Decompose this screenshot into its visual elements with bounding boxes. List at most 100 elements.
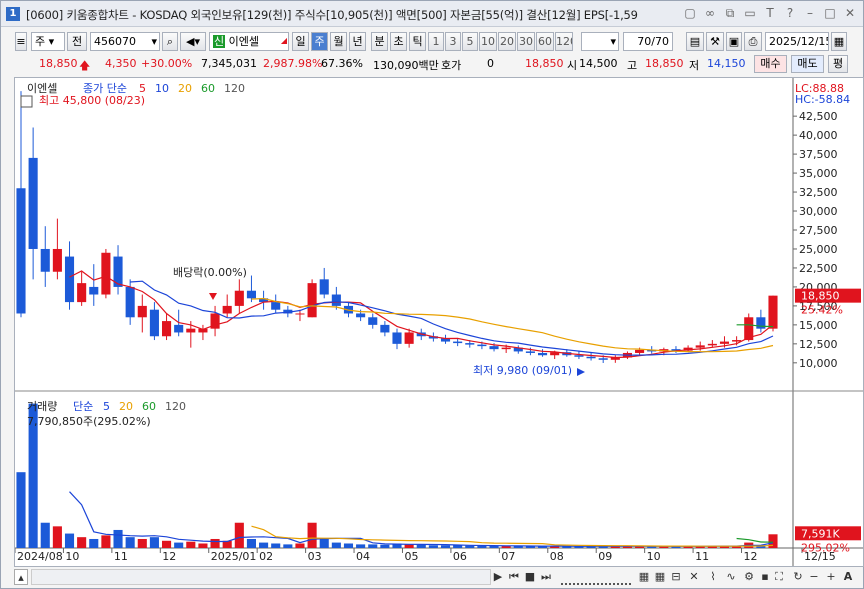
cross-icon[interactable]: ✕ (687, 569, 701, 585)
draw-icon[interactable]: ⌇ (705, 569, 721, 585)
tile-icon[interactable]: ▦ (637, 569, 651, 585)
interval-button-20[interactable]: 20 (498, 32, 516, 51)
price-legend-ma-10: 10 (155, 82, 169, 95)
candle-body (89, 286, 99, 295)
maximize-icon[interactable]: □ (823, 6, 837, 20)
all-button[interactable]: 전 (67, 32, 87, 51)
shortcut-icon[interactable]: ▭ (743, 6, 757, 20)
zoom-slider[interactable] (561, 569, 631, 585)
period-button-3[interactable]: 년 (349, 32, 366, 51)
candle-body (174, 324, 184, 333)
volume-bar (440, 545, 451, 548)
scroll-right-icon[interactable]: ▶ (491, 569, 505, 585)
tool-icon[interactable]: ⛶ (773, 569, 785, 585)
zoom-in-icon[interactable]: + (824, 569, 838, 585)
interval-button-120[interactable]: 120 (555, 32, 573, 51)
volume-bar (428, 545, 438, 548)
calendar-icon[interactable]: ▦ (831, 32, 847, 51)
candle-body (295, 313, 305, 315)
horizontal-scrollbar[interactable] (31, 569, 491, 585)
undo-icon[interactable]: ↻ (791, 569, 805, 585)
interval-button-60[interactable]: 60 (536, 32, 554, 51)
buy-button[interactable]: 매수 (754, 55, 787, 73)
font-icon[interactable]: A (841, 569, 855, 585)
volume-bar (331, 542, 341, 548)
sell-button[interactable]: 매도 (791, 55, 824, 73)
menu-icon[interactable]: ≡ (15, 32, 27, 51)
last-pct-label: 25.42% (801, 304, 843, 317)
low-arrow-icon (577, 368, 585, 376)
zoom-out-icon[interactable]: − (807, 569, 821, 585)
quote-bar: 18,850 🡅 4,350 +30.00% 7,345,031 2,987.9… (1, 54, 863, 74)
period-button-1[interactable]: 주 (311, 32, 328, 51)
period-button-6[interactable]: 틱 (409, 32, 426, 51)
date-input[interactable]: 2025/12/15 (765, 32, 829, 51)
interval-button-30[interactable]: 30 (517, 32, 535, 51)
next-icon[interactable]: ⏭ (539, 569, 553, 585)
y-tick-label: 35,000 (799, 167, 838, 180)
restore-icon[interactable]: ⧉ (723, 6, 737, 20)
stock-name-field[interactable]: 신 이엔셀 ◢ (209, 32, 289, 51)
chart-svg[interactable]: 42,500 40,000 37,500 35,000 32,500 30,000 27,5… (14, 78, 863, 566)
candle-body (525, 351, 535, 353)
candle-body (356, 313, 366, 318)
flat-button[interactable]: 평 (828, 55, 848, 73)
count-input[interactable]: 70/70 (623, 32, 673, 51)
speaker-icon[interactable]: ◀▾ (180, 32, 206, 51)
interval-button-1[interactable]: 1 (428, 32, 444, 51)
period-button-4[interactable]: 분 (371, 32, 388, 51)
wrench-icon[interactable]: ⚒ (706, 32, 724, 51)
volume-ma-line (251, 525, 774, 547)
y-tick-label: 22,500 (799, 262, 838, 275)
text-icon[interactable]: T (763, 6, 777, 20)
window-icon[interactable]: ▢ (683, 6, 697, 20)
chart-area[interactable]: 42,500 40,000 37,500 35,000 32,500 30,000 27,5… (14, 77, 864, 567)
period-button-2[interactable]: 월 (330, 32, 347, 51)
volume-bar (40, 522, 50, 548)
low-label: 저 (689, 59, 700, 72)
settings-icon[interactable]: ⚙ (741, 569, 757, 585)
up-arrow-icon: 🡅 (79, 59, 91, 72)
search-icon[interactable]: ⌕ (162, 32, 178, 51)
candle-body (719, 341, 730, 344)
volume-bar (356, 544, 366, 548)
volume-ma-line (69, 491, 774, 547)
candle-body (501, 347, 511, 350)
volume-bar (380, 544, 390, 548)
volume-bar (149, 537, 159, 548)
interval-button-5[interactable]: 5 (462, 32, 478, 51)
stop-icon[interactable]: ■ (523, 569, 537, 585)
print-icon[interactable]: ⎙ (744, 32, 762, 51)
tile2-icon[interactable]: ▦ (653, 569, 667, 585)
help-icon[interactable]: ? (783, 6, 797, 20)
period-type-select[interactable]: 주 ▾ (31, 32, 65, 51)
first-icon[interactable]: ⏮ (507, 569, 521, 585)
unit-select[interactable]: ▾ (581, 32, 619, 51)
code-input[interactable]: 456070 ▾ (90, 32, 160, 51)
period-button-5[interactable]: 초 (390, 32, 407, 51)
volume-ma-line (736, 537, 774, 543)
status-bar: ▴ ▶ ⏮ ■ ⏭ ▦ ▦ ⊟ ✕ ⌇ ∿ ⚙ ▪ ⛶ ↻ − + A (1, 567, 863, 587)
lock-icon[interactable]: ▪ (759, 569, 771, 585)
y-tick-label: 27,500 (799, 224, 838, 237)
candle-body (768, 295, 778, 329)
volume-value: 7,345,031 (201, 57, 257, 70)
interval-button-10[interactable]: 10 (479, 32, 497, 51)
volume-bar (64, 533, 75, 548)
menu-toggle-icon[interactable]: ▴ (14, 569, 28, 585)
interval-button-3[interactable]: 3 (445, 32, 461, 51)
candle-body (77, 283, 87, 303)
grid-icon[interactable]: ▤ (686, 32, 704, 51)
volume-legend-ma-60: 60 (142, 400, 156, 413)
close-icon[interactable]: ✕ (843, 6, 857, 20)
link-icon[interactable]: ∞ (703, 6, 717, 20)
period-button-0[interactable]: 일 (292, 32, 309, 51)
volume-legend-ma-5: 5 (103, 400, 110, 413)
x-tick-label: 08 (550, 550, 564, 563)
candle-body (319, 279, 329, 295)
ruler-icon[interactable]: ⊟ (669, 569, 683, 585)
minimize-icon[interactable]: – (803, 6, 817, 20)
save-icon[interactable]: ▣ (726, 32, 742, 51)
line-icon[interactable]: ∿ (723, 569, 739, 585)
candle-body (28, 157, 38, 249)
